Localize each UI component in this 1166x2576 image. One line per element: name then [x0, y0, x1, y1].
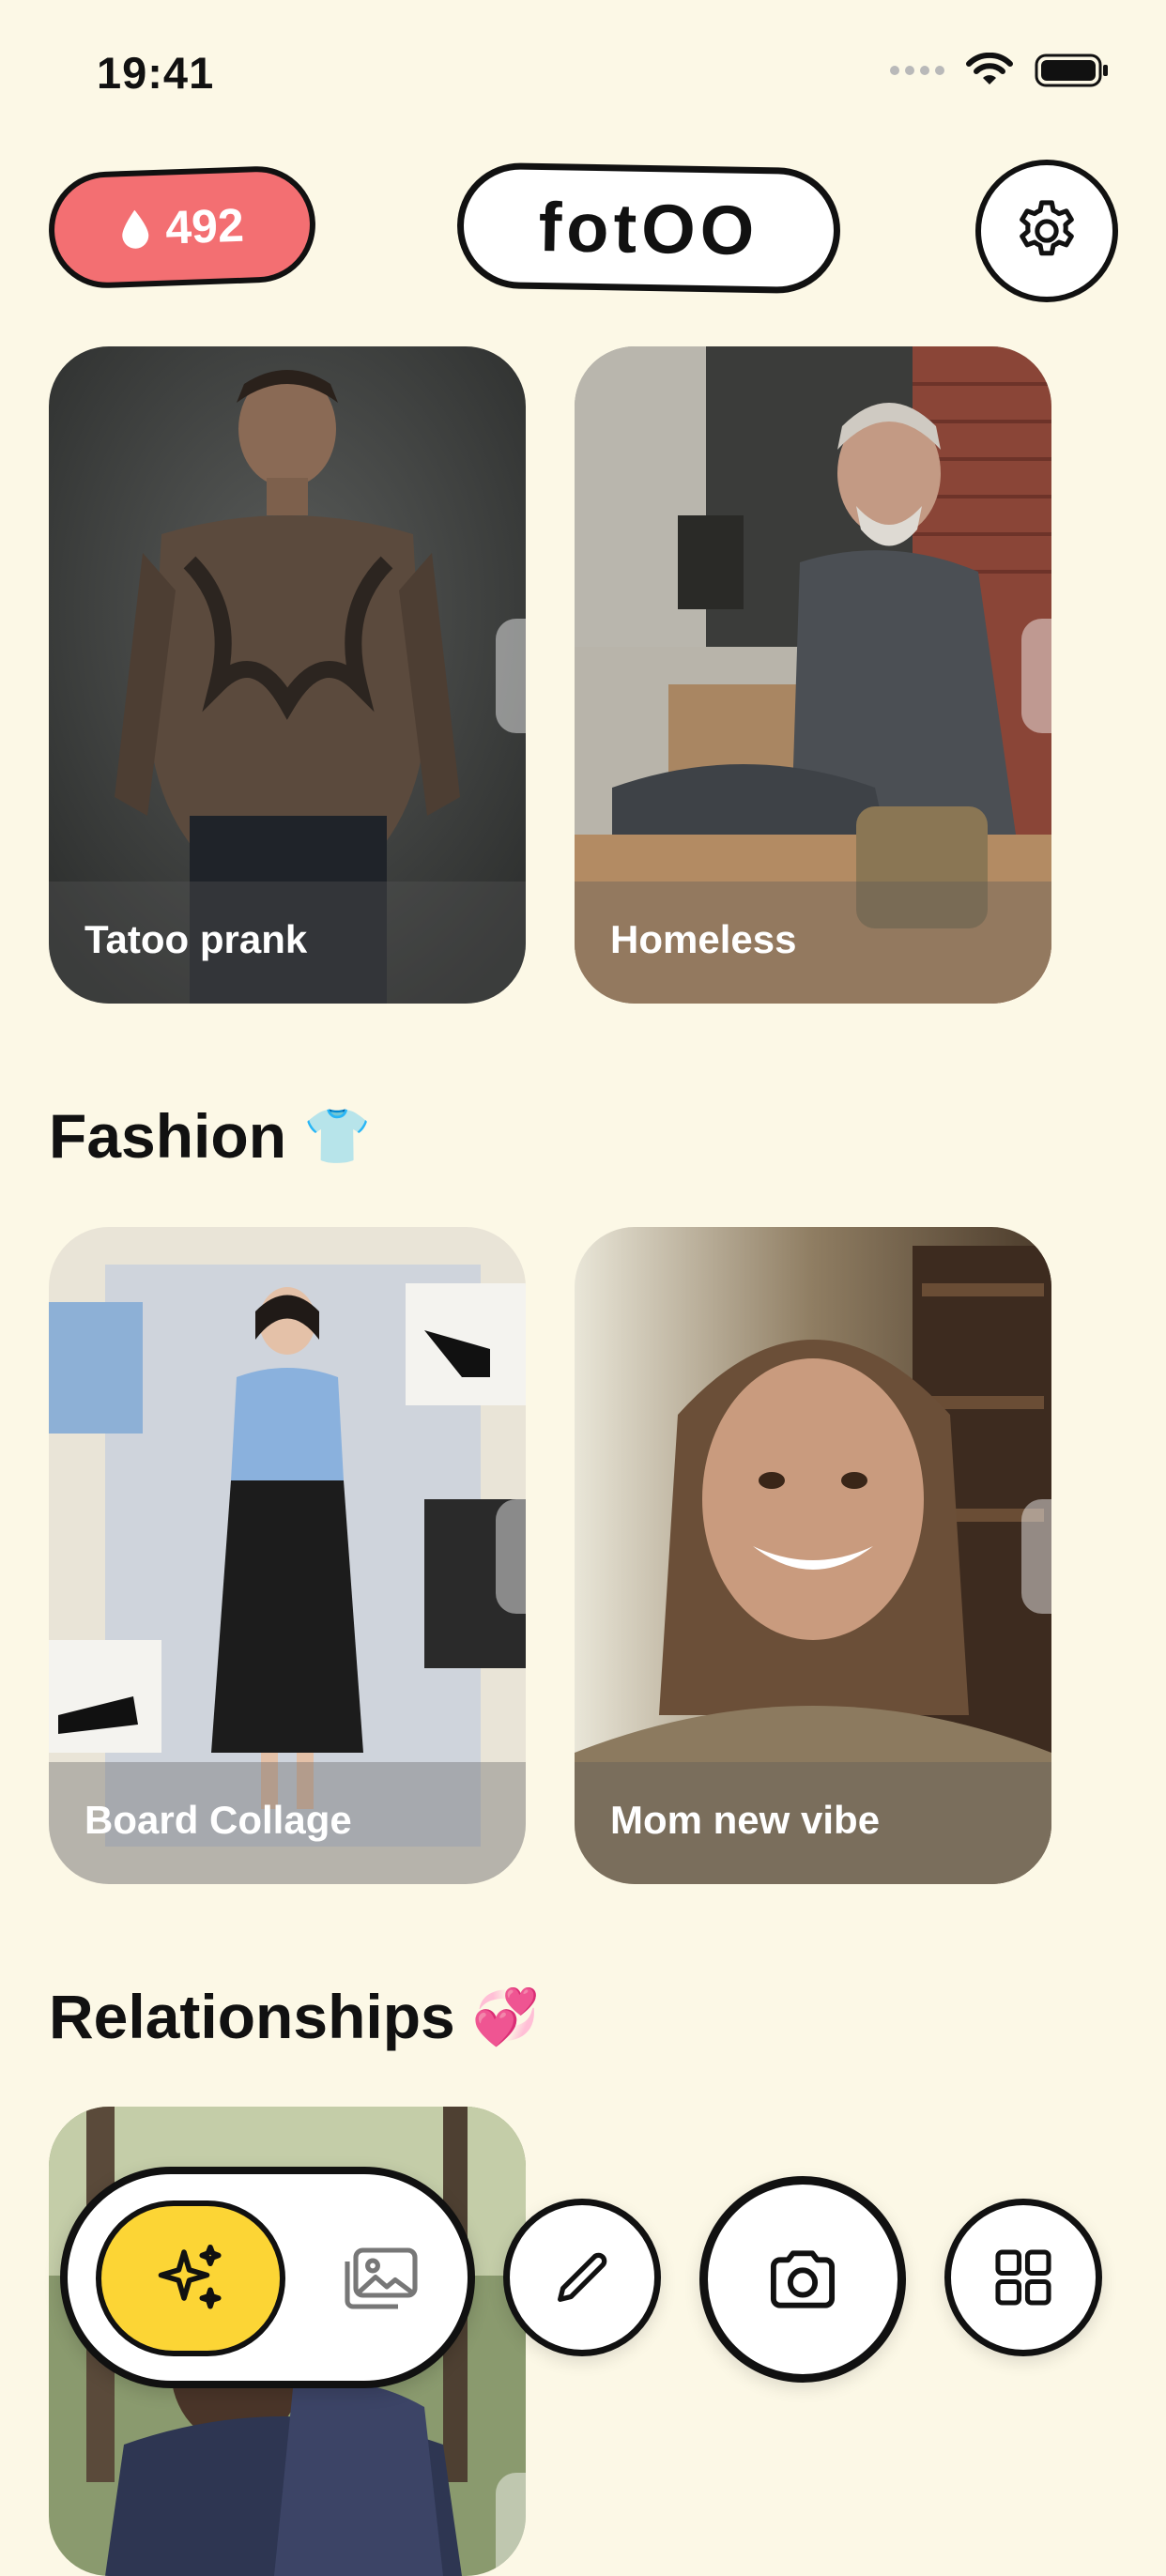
image-icon: [345, 2247, 418, 2309]
credits-count: 492: [164, 198, 245, 254]
settings-button[interactable]: [975, 160, 1118, 302]
status-time: 19:41: [97, 48, 215, 98]
card-label: Board Collage: [84, 1798, 352, 1842]
battery-icon: [1035, 54, 1108, 87]
card-handle: [1021, 1499, 1051, 1614]
shirt-emoji: 👕: [303, 1103, 372, 1168]
sparkles-icon: [158, 2244, 222, 2309]
template-card-homeless[interactable]: Homeless: [575, 346, 1051, 1004]
gear-icon: [1020, 200, 1074, 256]
card-handle: [496, 2473, 526, 2576]
camera-button[interactable]: [699, 2176, 906, 2383]
pencil-icon: [558, 2252, 607, 2302]
card-label: Mom new vibe: [610, 1798, 881, 1842]
card-handle: [496, 619, 526, 733]
templates-grid-button[interactable]: [944, 2199, 1102, 2356]
section-title-text: Fashion: [49, 1101, 287, 1171]
template-card-board-collage[interactable]: Board Collage: [49, 1227, 526, 1884]
app-logo: fotOO: [455, 161, 842, 295]
generate-mode-button[interactable]: [96, 2200, 285, 2356]
card-label: Homeless: [610, 917, 797, 961]
section-title-text: Relationships: [49, 1982, 455, 2051]
section-title-fashion: Fashion 👕: [49, 1100, 371, 1172]
gallery-mode-button[interactable]: [332, 2225, 430, 2332]
template-card-mom-new-vibe[interactable]: Mom new vibe: [575, 1227, 1051, 1884]
camera-icon: [770, 2250, 836, 2308]
cellular-signal-icon: [890, 66, 944, 75]
mode-switcher: [60, 2167, 475, 2388]
card-handle: [1021, 619, 1051, 733]
grid-icon: [995, 2249, 1051, 2306]
status-indicators: [890, 53, 1110, 88]
section-title-relationships: Relationships 💞: [49, 1981, 540, 2052]
edit-button[interactable]: [503, 2199, 661, 2356]
hearts-emoji: 💞: [471, 1984, 540, 2048]
template-card-tatoo-prank[interactable]: Tatoo prank: [49, 346, 526, 1004]
credits-badge[interactable]: 492: [46, 164, 318, 290]
drop-icon: [122, 209, 149, 249]
wifi-icon: [966, 53, 1013, 84]
card-label: Tatoo prank: [84, 917, 308, 961]
card-handle: [496, 1499, 526, 1614]
